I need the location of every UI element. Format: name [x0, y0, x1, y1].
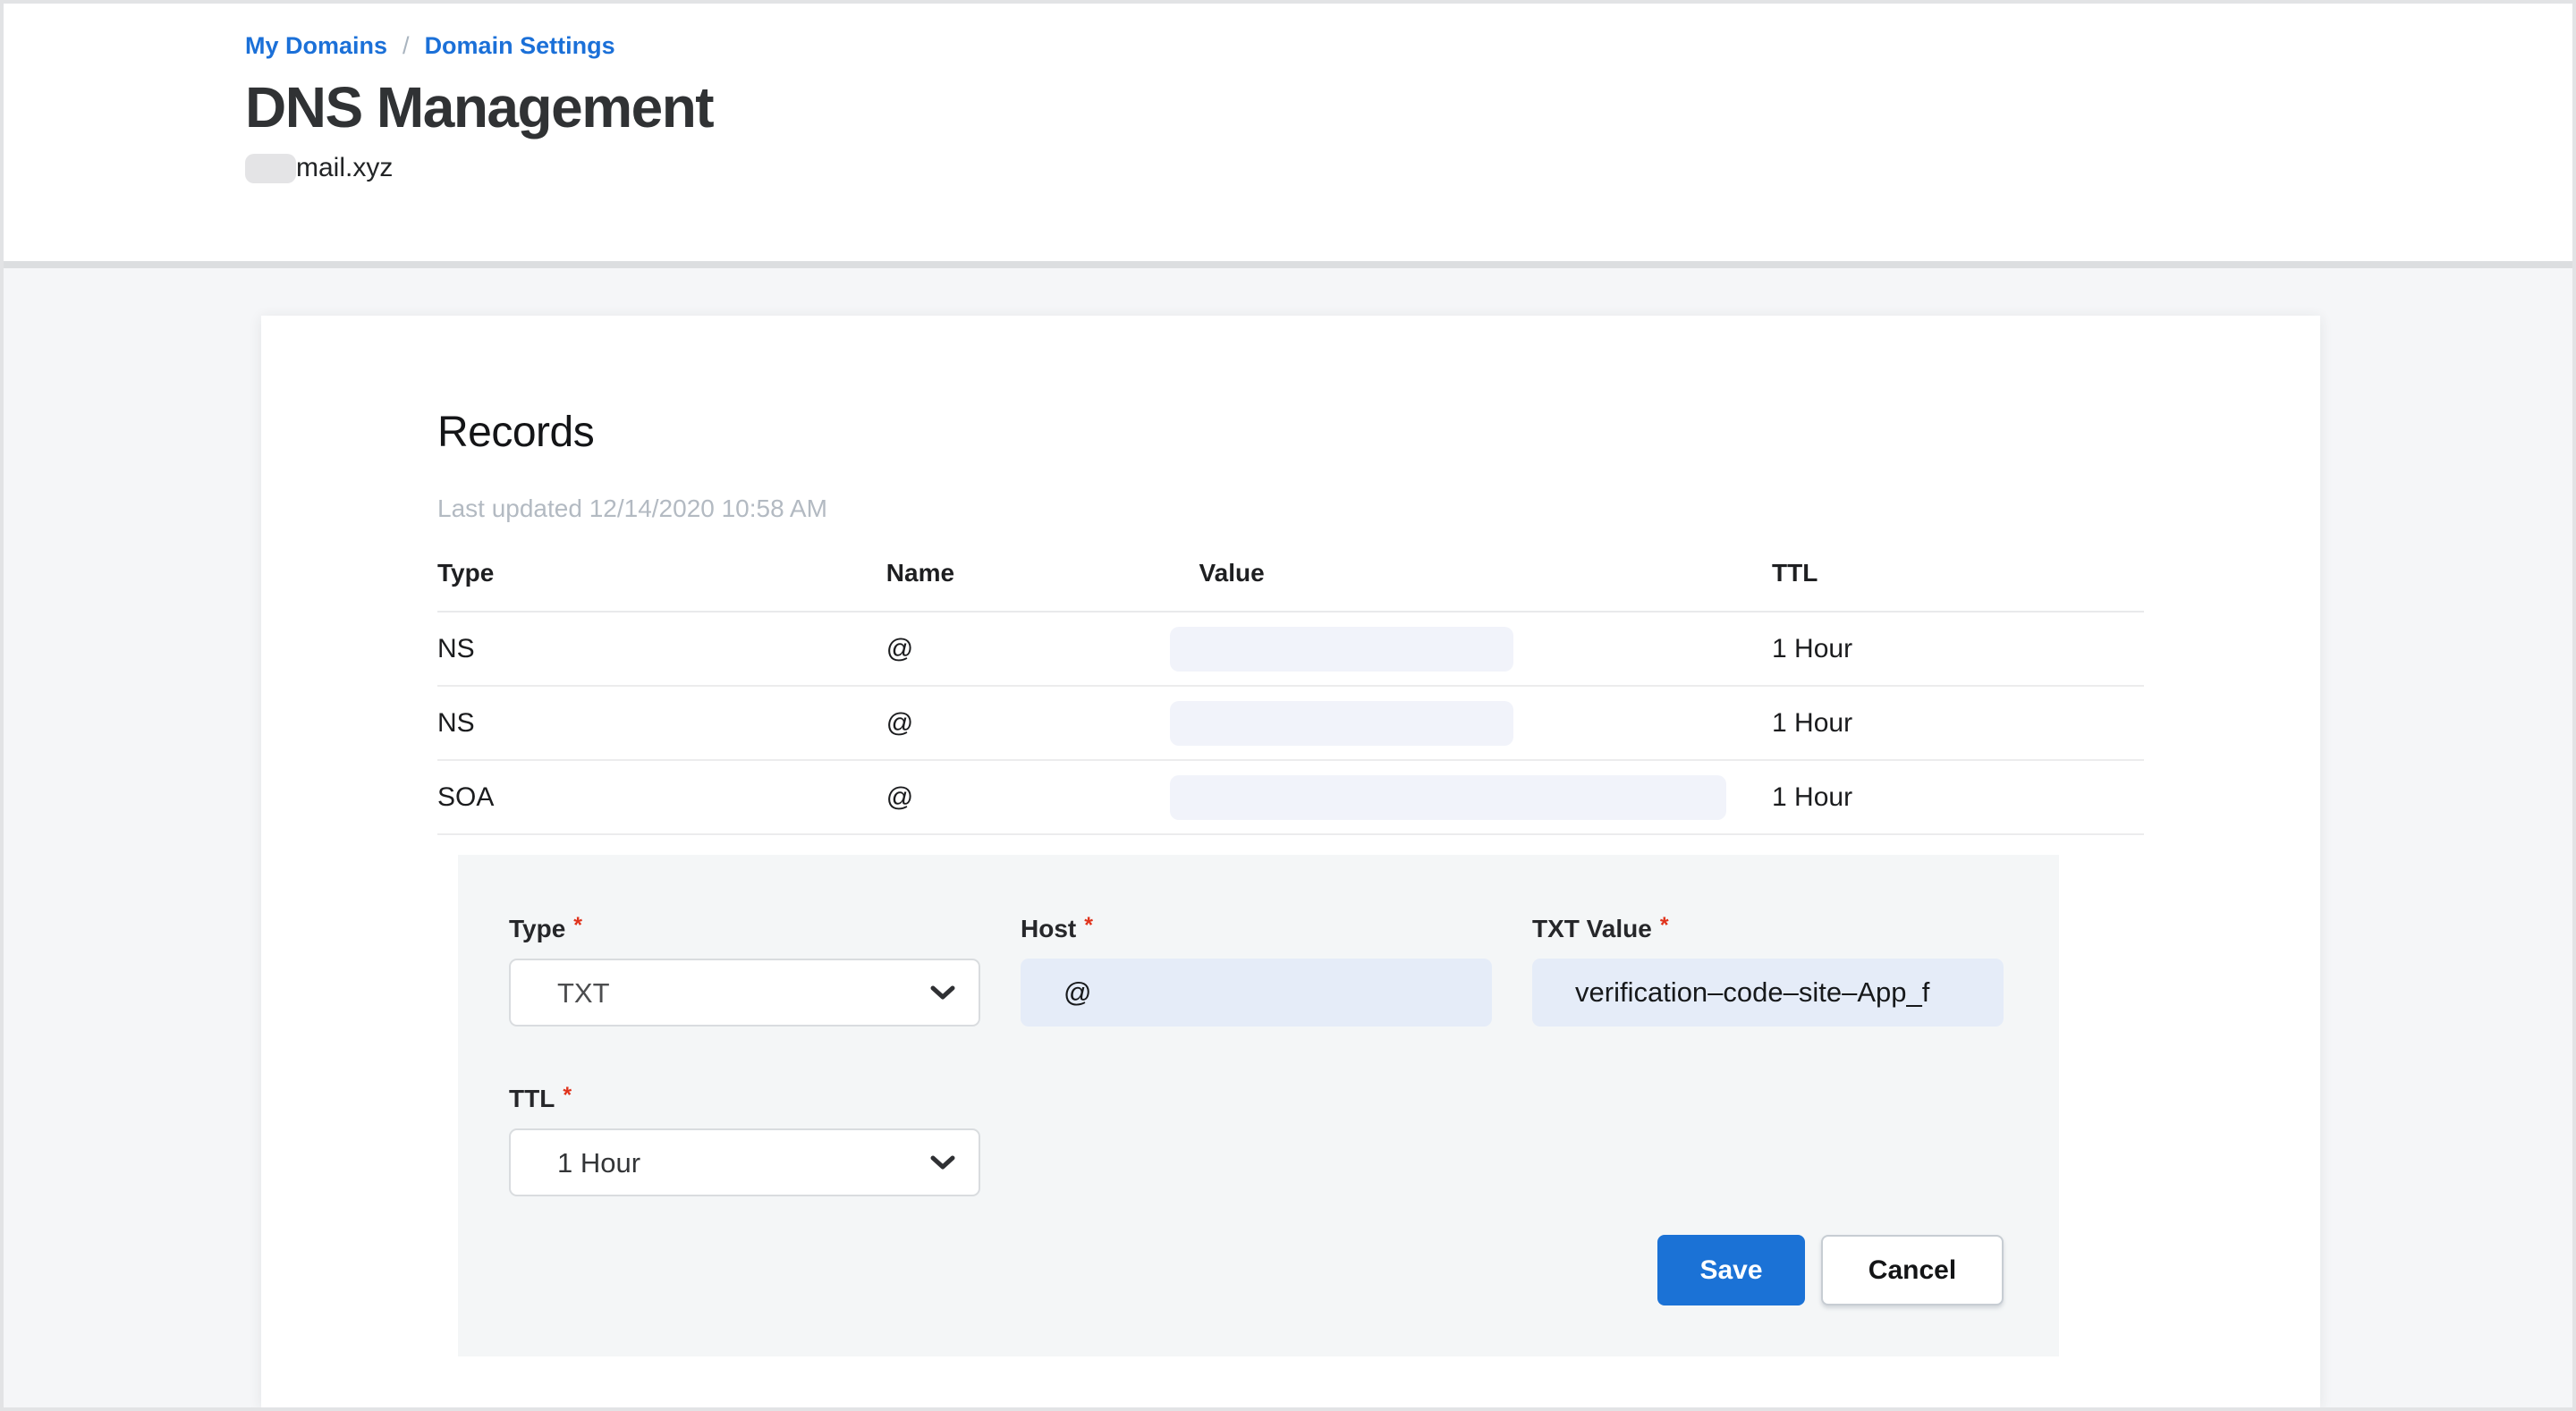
record-type: NS: [437, 612, 886, 686]
domain-suffix: mail.xyz: [296, 153, 393, 183]
breadcrumb-separator: /: [402, 32, 410, 59]
records-table: Type Name Value TTL NS @ 1 Hour NS: [437, 546, 2144, 835]
redacted-record-value: [1170, 627, 1513, 672]
record-ttl: 1 Hour: [1772, 612, 2144, 686]
ttl-select[interactable]: 1 Hour: [509, 1128, 980, 1196]
last-updated: Last updated 12/14/2020 10:58 AM: [437, 494, 2144, 523]
ttl-label-text: TTL: [509, 1085, 555, 1112]
col-header-value: Value: [1170, 546, 1773, 612]
record-name: @: [886, 612, 1170, 686]
txt-value-label: TXT Value *: [1532, 910, 2004, 944]
form-fields-row: Type * TXT Host *: [509, 910, 2059, 1027]
record-ttl: 1 Hour: [1772, 760, 2144, 834]
ttl-label: TTL *: [509, 1080, 980, 1114]
add-record-form: Type * TXT Host *: [458, 855, 2059, 1356]
required-asterisk: *: [1660, 913, 1669, 938]
breadcrumb-domain-settings[interactable]: Domain Settings: [425, 32, 615, 59]
breadcrumb: My Domains / Domain Settings: [245, 32, 2572, 60]
col-header-type: Type: [437, 546, 886, 612]
cancel-button[interactable]: Cancel: [1821, 1235, 2004, 1305]
records-title: Records: [437, 408, 2144, 457]
type-label-text: Type: [509, 915, 565, 942]
txt-value-label-text: TXT Value: [1532, 915, 1652, 942]
type-label: Type *: [509, 910, 980, 944]
page-header: My Domains / Domain Settings DNS Managemen…: [4, 4, 2572, 261]
table-row: NS @ 1 Hour: [437, 686, 2144, 760]
col-header-ttl: TTL: [1772, 546, 2144, 612]
field-ttl: TTL * 1 Hour: [509, 1080, 980, 1196]
content-area: Records Last updated 12/14/2020 10:58 AM…: [4, 268, 2572, 1407]
redacted-record-value: [1170, 701, 1513, 746]
field-txt-value: TXT Value *: [1532, 910, 2004, 1027]
record-ttl: 1 Hour: [1772, 686, 2144, 760]
host-label: Host *: [1021, 910, 1492, 944]
field-host: Host *: [1021, 910, 1492, 1027]
required-asterisk: *: [563, 1083, 572, 1108]
host-input[interactable]: [1021, 959, 1492, 1027]
txt-value-input[interactable]: [1532, 959, 2004, 1027]
redacted-domain-prefix: [245, 154, 296, 183]
form-actions: Save Cancel: [1657, 1235, 2004, 1305]
redacted-record-value: [1170, 775, 1726, 820]
dns-management-page: My Domains / Domain Settings DNS Managemen…: [0, 0, 2576, 1411]
table-row: NS @ 1 Hour: [437, 612, 2144, 686]
type-select[interactable]: TXT: [509, 959, 980, 1027]
host-label-text: Host: [1021, 915, 1076, 942]
page-title: DNS Management: [245, 74, 2572, 140]
table-header-row: Type Name Value TTL: [437, 546, 2144, 612]
header-divider: [4, 261, 2572, 268]
record-type: SOA: [437, 760, 886, 834]
records-card: Records Last updated 12/14/2020 10:58 AM…: [261, 316, 2320, 1407]
field-type: Type * TXT: [509, 910, 980, 1027]
record-type: NS: [437, 686, 886, 760]
domain-name: mail.xyz: [245, 153, 2572, 183]
col-header-name: Name: [886, 546, 1170, 612]
record-name: @: [886, 686, 1170, 760]
save-button[interactable]: Save: [1657, 1235, 1805, 1305]
table-row: SOA @ 1 Hour: [437, 760, 2144, 834]
required-asterisk: *: [573, 913, 582, 938]
record-name: @: [886, 760, 1170, 834]
breadcrumb-my-domains[interactable]: My Domains: [245, 32, 387, 59]
required-asterisk: *: [1084, 913, 1093, 938]
